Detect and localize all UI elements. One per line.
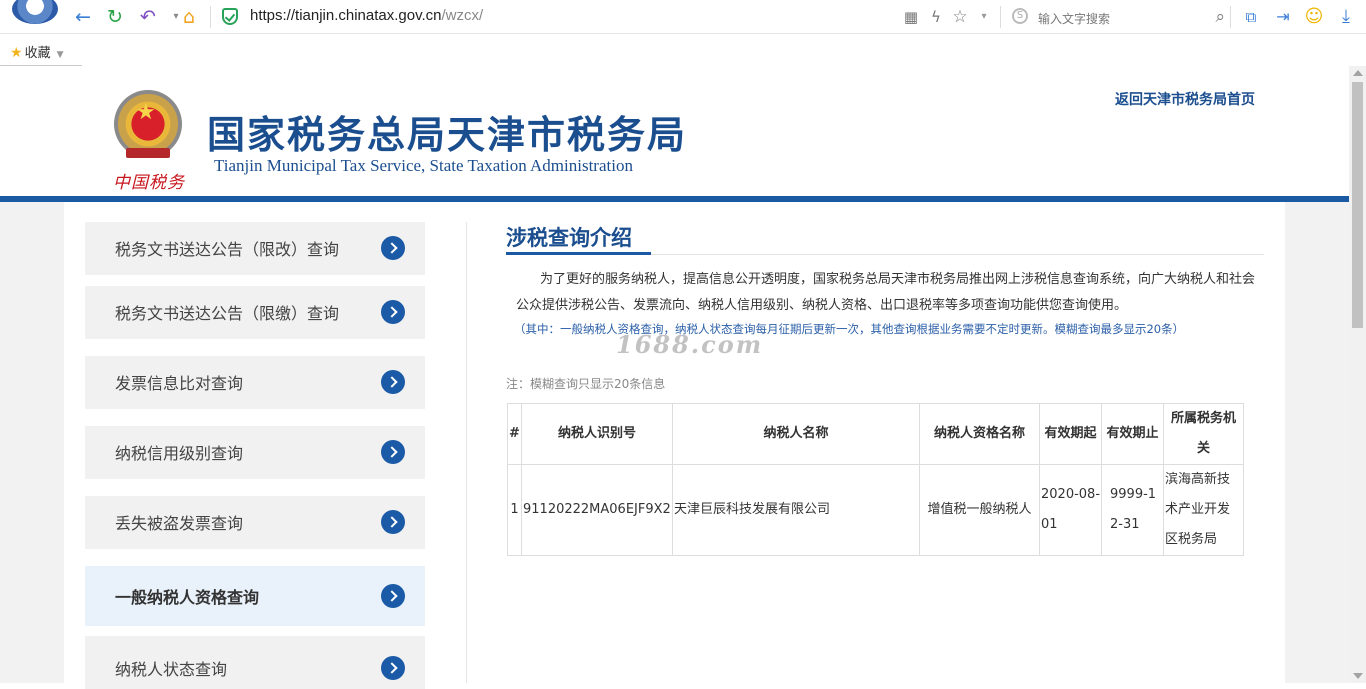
chevron-right-icon[interactable] xyxy=(381,370,405,394)
chevron-right-icon[interactable] xyxy=(381,440,405,464)
column-header: 纳税人名称 xyxy=(672,403,920,465)
vertical-divider xyxy=(466,222,467,683)
sidebar-item-credit-level[interactable]: 纳税信用级别查询 xyxy=(85,426,425,479)
table-header-row: # 纳税人识别号 纳税人名称 纳税人资格名称 有效期起 有效期止 所属税务机关 xyxy=(507,403,1244,465)
scroll-up-icon[interactable] xyxy=(1353,70,1363,76)
address-bar[interactable]: https://tianjin.chinatax.gov.cn/wzcx/ xyxy=(222,5,992,29)
sidebar-item-notice-payment[interactable]: 税务文书送达公告（限缴）查询 xyxy=(85,286,425,339)
chevron-right-icon[interactable] xyxy=(381,584,405,608)
browser-logo-icon[interactable] xyxy=(12,0,58,24)
favorites-bar: ★ 收藏 ▼ xyxy=(0,34,1366,66)
sidebar-item-general-taxpayer[interactable]: 一般纳税人资格查询 xyxy=(85,566,425,626)
qr-code-icon[interactable]: ▦ xyxy=(900,6,922,28)
login-icon[interactable]: ⇥ xyxy=(1272,6,1294,28)
sidebar-item-label: 一般纳税人资格查询 xyxy=(115,588,260,607)
url-path: /wzcx/ xyxy=(441,7,484,24)
sidebar-item-label: 税务文书送达公告（限改）查询 xyxy=(115,240,340,259)
bookmark-dropdown-icon[interactable]: ▾ xyxy=(973,6,995,28)
valid-to-cell: 9999-12-31 xyxy=(1101,464,1164,556)
vertical-scrollbar[interactable] xyxy=(1349,66,1366,683)
row-index: 1 xyxy=(507,464,522,556)
taxpayer-name-cell: 天津巨辰科技发展有限公司 xyxy=(672,464,920,556)
sidebar-item-lost-invoice[interactable]: 丢失被盗发票查询 xyxy=(85,496,425,549)
column-header: 纳税人识别号 xyxy=(521,403,673,465)
sidebar-item-taxpayer-status[interactable]: 纳税人状态查询 xyxy=(85,636,425,689)
table-row: 1 91120222MA06EJF9X2 天津巨辰科技发展有限公司 增值税一般纳… xyxy=(507,464,1244,556)
site-subtitle: Tianjin Municipal Tax Service, State Tax… xyxy=(214,156,633,175)
column-header: # xyxy=(507,403,522,465)
column-header: 有效期起 xyxy=(1039,403,1102,465)
valid-from-cell: 2020-08-01 xyxy=(1039,464,1102,556)
section-title: 涉税查询介绍 xyxy=(506,226,632,250)
search-icon[interactable]: ⌕ xyxy=(1215,7,1225,27)
intro-paragraph: 为了更好的服务纳税人，提高信息公开透明度，国家税务总局天津市税务局推出网上涉税信… xyxy=(516,272,1256,313)
chevron-right-icon[interactable] xyxy=(381,236,405,260)
sidebar-item-label: 丢失被盗发票查询 xyxy=(115,514,244,533)
favorites-label: 收藏 xyxy=(24,46,51,61)
emoji-icon[interactable]: ☺ xyxy=(1303,6,1325,28)
toolbar-divider xyxy=(210,6,211,28)
return-home-link[interactable]: 返回天津市税务局首页 xyxy=(1115,89,1255,109)
search-box[interactable]: S 输入文字搜索 ⌕ xyxy=(1010,5,1225,29)
fuzzy-query-note: 注：模糊查询只显示20条信息 xyxy=(506,377,666,391)
lightning-icon[interactable]: ϟ xyxy=(925,6,947,28)
search-input[interactable]: 输入文字搜索 xyxy=(1038,10,1110,27)
bookmark-star-icon[interactable]: ☆ xyxy=(949,6,971,28)
address-url[interactable]: https://tianjin.chinatax.gov.cn/wzcx/ xyxy=(250,7,483,24)
section-underline xyxy=(506,252,651,255)
back-icon[interactable]: ← xyxy=(72,6,94,28)
sidebar-item-label: 纳税人状态查询 xyxy=(115,660,228,679)
undo-close-icon[interactable]: ↶ xyxy=(137,6,159,28)
refresh-icon[interactable]: ↻ xyxy=(104,6,126,28)
toolbar-divider xyxy=(1230,6,1231,28)
chevron-down-icon: ▼ xyxy=(56,50,64,60)
browser-toolbar: ← ↻ ↶ ▾ ⌂ https://tianjin.chinatax.gov.c… xyxy=(0,0,1366,34)
site-header: ★ 中国税务 国家税务总局天津市税务局 Tianjin Municipal Ta… xyxy=(0,66,1349,202)
toolbar-divider xyxy=(1000,6,1001,28)
search-engine-icon[interactable]: S xyxy=(1012,8,1028,24)
translate-icon[interactable]: ⧉ xyxy=(1240,6,1262,28)
column-header: 有效期止 xyxy=(1101,403,1164,465)
url-host: https://tianjin.chinatax.gov.cn xyxy=(250,7,442,24)
sidebar-item-notice-correction[interactable]: 税务文书送达公告（限改）查询 xyxy=(85,222,425,275)
qualification-cell: 增值税一般纳税人 xyxy=(919,464,1040,556)
sidebar-item-label: 纳税信用级别查询 xyxy=(115,444,244,463)
sidebar-item-label: 税务文书送达公告（限缴）查询 xyxy=(115,304,340,323)
chevron-right-icon[interactable] xyxy=(381,510,405,534)
site-title: 国家税务总局天津市税务局 xyxy=(207,113,688,157)
results-table: # 纳税人识别号 纳税人名称 纳税人资格名称 有效期起 有效期止 所属税务机关 … xyxy=(507,403,1244,556)
tax-id-cell: 91120222MA06EJF9X2 xyxy=(521,464,673,556)
scroll-down-icon[interactable] xyxy=(1353,673,1363,679)
home-icon[interactable]: ⌂ xyxy=(178,6,200,28)
column-header: 所属税务机关 xyxy=(1163,403,1244,465)
chevron-right-icon[interactable] xyxy=(381,300,405,324)
watermark: 1688.com xyxy=(616,330,764,359)
chevron-right-icon[interactable] xyxy=(381,656,405,680)
tax-office-cell: 滨海高新技术产业开发区税务局 xyxy=(1163,464,1244,556)
scrollbar-thumb[interactable] xyxy=(1352,82,1363,328)
favorites-star-icon: ★ xyxy=(10,45,23,61)
national-emblem-icon: ★ xyxy=(108,88,188,166)
sidebar-item-label: 发票信息比对查询 xyxy=(115,374,244,393)
favorites-menu[interactable]: ★ 收藏 ▼ xyxy=(10,42,64,61)
secure-shield-icon xyxy=(222,8,238,25)
emblem-signature: 中国税务 xyxy=(113,173,185,193)
sidebar-item-invoice-compare[interactable]: 发票信息比对查询 xyxy=(85,356,425,409)
column-header: 纳税人资格名称 xyxy=(919,403,1040,465)
update-note: （其中：一般纳税人资格查询，纳税人状态查询每月征期后更新一次，其他查询根据业务需… xyxy=(514,322,1185,336)
download-icon[interactable]: ⤓ xyxy=(1335,6,1357,28)
